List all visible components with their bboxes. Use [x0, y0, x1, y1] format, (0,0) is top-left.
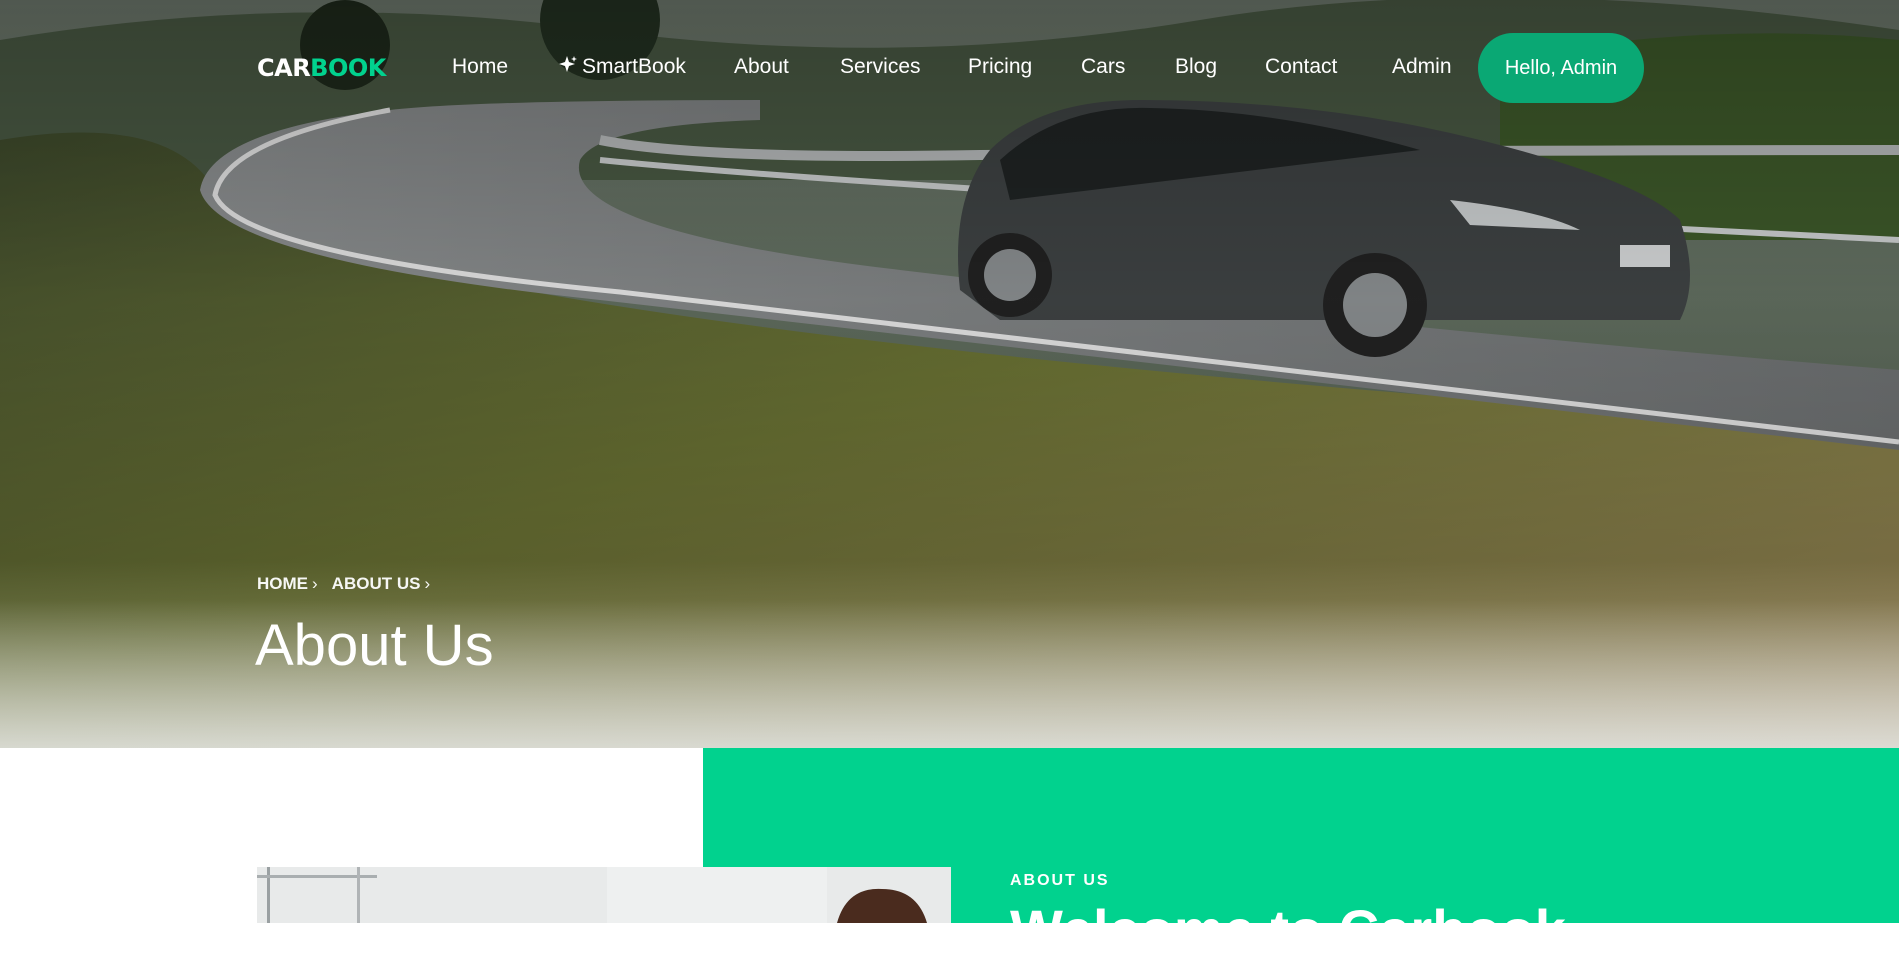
nav-contact[interactable]: Contact [1265, 55, 1337, 79]
sparkle-icon [559, 56, 577, 72]
nav-blog[interactable]: Blog [1175, 55, 1217, 79]
about-photo [257, 867, 951, 923]
brand-logo[interactable]: CARBOOK [257, 54, 386, 82]
about-photo-image [257, 867, 951, 923]
breadcrumb: HOME › ABOUT US › [257, 574, 444, 594]
nav-about[interactable]: About [734, 55, 789, 79]
brand-logo-part1: CAR [257, 54, 311, 82]
hero-banner: CARBOOK Home SmartBook About Services Pr… [0, 0, 1899, 748]
chevron-right-icon: › [312, 574, 318, 593]
brand-logo-part2: BOOK [310, 54, 386, 82]
breadcrumb-home[interactable]: HOME [257, 574, 308, 593]
chevron-right-icon: › [424, 574, 431, 593]
nav-smartbook-label: SmartBook [582, 55, 686, 78]
hello-admin-button[interactable]: Hello, Admin [1478, 33, 1644, 103]
about-section-label: ABOUT US [1010, 872, 1110, 889]
nav-cars[interactable]: Cars [1081, 55, 1125, 79]
page-title: About Us [255, 613, 494, 678]
nav-pricing[interactable]: Pricing [968, 55, 1032, 79]
breadcrumb-about-us[interactable]: ABOUT US [332, 574, 421, 593]
about-section-heading: Welcome to Carbook [1010, 898, 1566, 961]
nav-smartbook[interactable]: SmartBook [558, 55, 686, 79]
top-navbar: CARBOOK Home SmartBook About Services Pr… [0, 28, 1899, 108]
nav-admin[interactable]: Admin [1392, 55, 1452, 79]
nav-services[interactable]: Services [840, 55, 921, 79]
nav-home[interactable]: Home [452, 55, 508, 79]
